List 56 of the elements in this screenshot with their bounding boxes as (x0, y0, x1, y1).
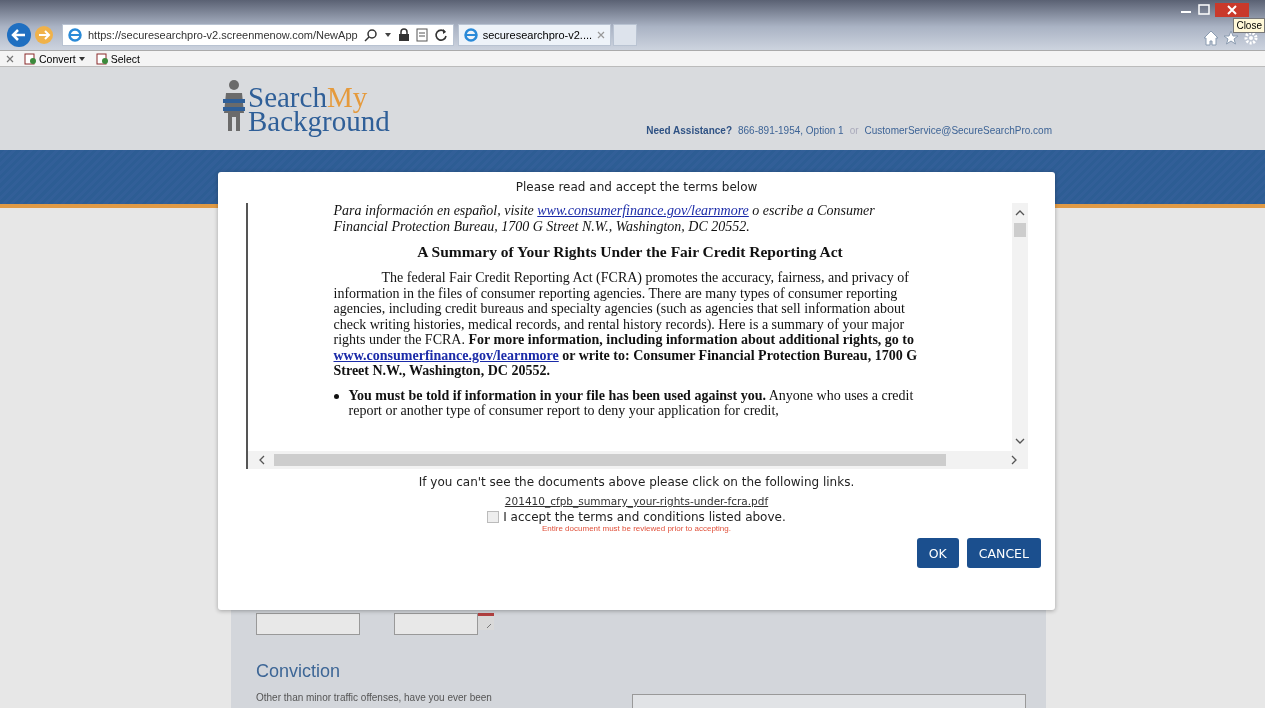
calendar-icon[interactable] (478, 613, 494, 631)
lock-icon[interactable] (397, 28, 410, 42)
close-icon[interactable] (6, 54, 14, 63)
maximize-icon[interactable] (1197, 4, 1211, 16)
dialog-button[interactable]: OK (916, 538, 959, 568)
search-icon[interactable] (363, 28, 378, 42)
close-icon[interactable] (597, 31, 606, 39)
star-icon[interactable] (1223, 30, 1239, 46)
back-icon[interactable] (6, 22, 32, 48)
forward-icon[interactable] (34, 25, 54, 45)
figure-icon (222, 79, 246, 133)
file-link[interactable]: 201410_cfpb_summary_your-rights-under-fcra.pdf (504, 495, 769, 507)
accept-label[interactable]: I accept the terms and conditions listed above. (503, 510, 786, 524)
scrollbar-thumb[interactable] (1013, 223, 1026, 237)
browser-icon (68, 28, 82, 42)
address-text: https://securesearchpro-v2.screenmenow.com/NewApp (88, 29, 358, 41)
accept-checkbox[interactable] (487, 511, 500, 523)
toolbar-button[interactable]: Select (95, 52, 140, 65)
horizontal-scrollbar[interactable] (247, 451, 1028, 469)
date-field[interactable] (394, 613, 478, 635)
assistance-label: Need Assistance? (646, 125, 732, 136)
link[interactable]: www.consumerfinance.gov/learnmore (537, 203, 749, 218)
settings-icon[interactable] (1243, 30, 1259, 46)
intro-text: Para información en español, visite www.consumerfinance.gov/learnmore o escribe a Consumer Financial Protection Bureau, 1700 G Street N.W., Washington, DC 20552. (333, 203, 876, 234)
bullet-icon (333, 393, 339, 399)
close-icon[interactable] (1215, 3, 1249, 17)
section-title: Conviction (256, 661, 342, 682)
caret-icon[interactable] (383, 31, 392, 39)
dialog-button[interactable]: CANCEL (966, 538, 1041, 568)
vertical-scrollbar[interactable] (1011, 203, 1028, 451)
phone-number: 866-891-1954, Option 1 (738, 125, 844, 136)
scrollbar-thumb[interactable] (273, 454, 946, 466)
paragraph: The federal Fair Credit Reporting Act (FCRA) promotes the accuracy, fairness, and privacy of information in the files of consumer reporting agencies. There are many types of consumer reporting agencies, including credit bureaus and specialty agencies (such as agencies that sell information about check writing histories, medical records, and rental history records). Here is a summary of your major rights under the FCRA. For more information, including information about additional rights, go to www.consumerfinance.gov/learnmore or write to: Consumer Financial Protection Bureau, 1700 G Street N.W., Washington, DC 20552. (333, 270, 919, 379)
link[interactable]: www.consumerfinance.gov/learnmore (333, 347, 559, 363)
document-heading: A Summary of Your Rights Under the Fair Credit Reporting Act (416, 243, 844, 261)
zip-code-field[interactable] (256, 613, 360, 635)
browser-tab[interactable]: securesearchpro-v2.... (457, 24, 612, 46)
scroll-up-icon[interactable] (1014, 209, 1025, 217)
browser-icon (463, 28, 478, 42)
question-text: Other than minor traffic offenses, have you ever been (256, 692, 492, 703)
caret-icon (77, 54, 86, 63)
answer-field[interactable] (632, 694, 1026, 708)
refresh-icon[interactable] (433, 28, 448, 42)
scroll-left-icon[interactable] (257, 455, 266, 465)
dialog-title: Please read and accept the terms below (515, 180, 758, 194)
home-icon[interactable] (1203, 30, 1219, 46)
warning-text: Entire document must be reviewed prior to accepting. (542, 524, 731, 533)
email-link[interactable]: CustomerService@SecureSearchPro.com (864, 125, 1052, 136)
toolbar-button[interactable]: Convert (24, 52, 86, 65)
address-bar[interactable]: https://securesearchpro-v2.screenmenow.com/NewApp (62, 24, 454, 46)
scroll-down-icon[interactable] (1014, 437, 1025, 445)
instruction-text: If you can't see the documents above please click on the following links. (418, 475, 855, 489)
scroll-right-icon[interactable] (1009, 455, 1018, 465)
tooltip: Close (1233, 18, 1265, 33)
bullet-text: You must be told if information in your file has been used against you. Anyone who uses a credit report or another type of consumer report to deny your application for credit, (348, 387, 915, 419)
page-icon[interactable] (415, 28, 428, 42)
